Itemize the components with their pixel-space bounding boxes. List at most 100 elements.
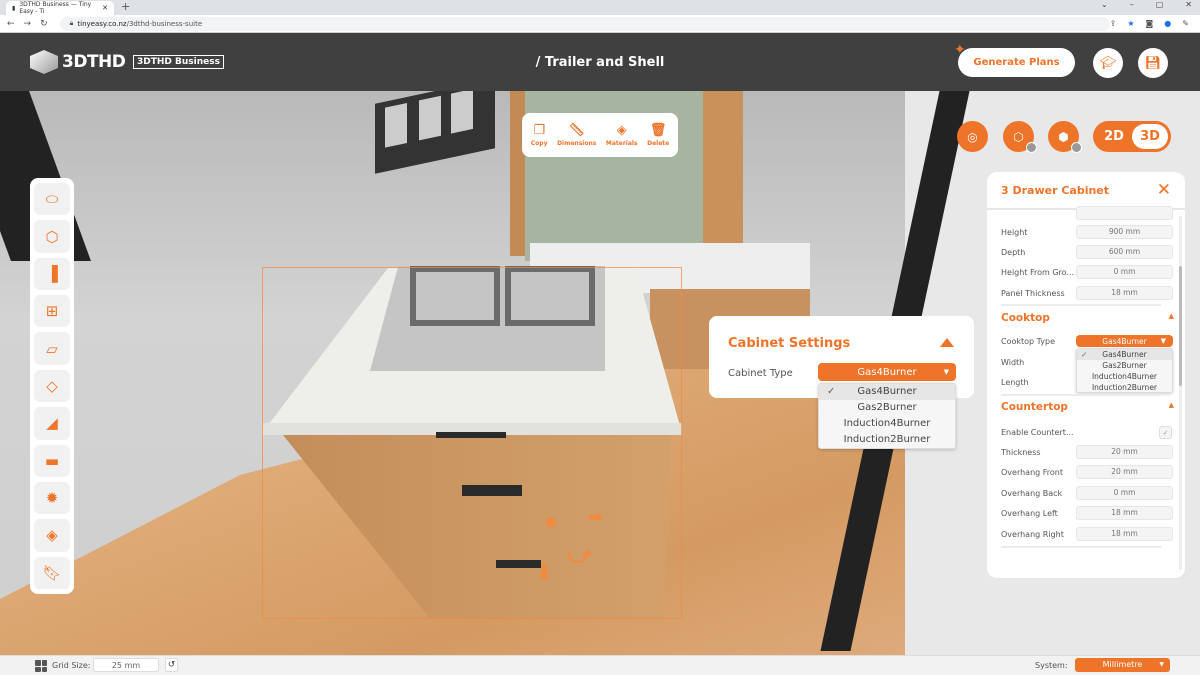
close-tab-icon[interactable]: ✕ [102,4,108,12]
browser-tab[interactable]: ▮ 3DTHD Business — Tiny Easy - Ti ✕ [6,1,114,15]
option-induction2burner[interactable]: Induction2Burner [819,432,955,448]
grid-size-input[interactable]: 25 mm [93,658,159,672]
prop-label: Length [1001,377,1029,387]
reload-icon[interactable]: ↻ [40,19,48,29]
prop-label: Thickness [1001,447,1041,457]
browser-extensions: ⇪ ★ ◙ ● ✎ ✱ ▯ ▮ ⋮ [1110,19,1200,28]
extension-icon[interactable]: ● [1164,19,1171,28]
tape-measure-button[interactable]: ◎ [957,121,988,152]
system-label: System: [1035,661,1068,670]
prop-row: Overhang Back 0 mm [1001,486,1174,500]
depth-field[interactable]: 600 mm [1076,245,1173,259]
cooktop-section-header[interactable]: Cooktop ▲ [1001,312,1174,324]
prop-label: Depth [1001,247,1026,257]
floppy-disk-icon: 💾︎ [1144,55,1162,71]
move-handle-icon[interactable]: ▪ [545,511,557,532]
sidebar-item-trailer[interactable]: ⬭ [34,183,70,216]
sidebar-item-paint[interactable]: ◈ [34,519,70,552]
panel-thickness-field[interactable]: 18 mm [1076,286,1173,300]
move-x-arrow-icon[interactable]: ➡ [588,507,603,528]
overhang-left-field[interactable]: 18 mm [1076,506,1173,520]
properties-scrollbar[interactable] [1179,216,1182,570]
toggle-3d[interactable]: 3D [1132,124,1168,149]
height-field[interactable]: 900 mm [1076,225,1173,239]
close-window-icon[interactable]: ✕ [1185,0,1192,9]
thickness-field[interactable]: 20 mm [1076,445,1173,459]
sidebar-item-shell[interactable]: ⬡ [34,220,70,253]
sidebar-item-doors[interactable]: ▐ [34,257,70,291]
countertop-section-header[interactable]: Countertop ▲ [1001,401,1174,413]
toggle-2d[interactable]: 2D [1096,129,1132,144]
move-z-arrow-icon[interactable]: ⬇ [535,561,553,586]
share-icon[interactable]: ⇪ [1110,19,1117,28]
chevron-down-icon: ▼ [1159,661,1164,668]
forward-icon[interactable]: → [24,19,32,29]
overhang-back-field[interactable]: 0 mm [1076,486,1173,500]
prop-label: Overhang Front [1001,467,1063,477]
floor-icon: ◇ [46,376,58,395]
rotate-handle-icon[interactable]: ⤻ [567,541,593,569]
url-field[interactable]: 🔒︎ tinyeasy.co.nz/3dthd-business-suite [59,16,1110,31]
height-from-ground-field[interactable]: 0 mm [1076,265,1173,279]
floor-view-button[interactable]: ⬡ [1003,121,1037,153]
sidebar-item-walls[interactable]: ▱ [34,332,70,365]
wall-view-button[interactable]: ⬢ [1048,121,1082,153]
generate-plans-button[interactable]: ✦ Generate Plans [954,42,1075,77]
close-icon[interactable]: ✕ [1157,180,1171,200]
option-gas4burner[interactable]: ✓ Gas4Burner [819,384,955,400]
sidebar-item-floor[interactable]: ◇ [34,369,70,403]
cooktop-type-select[interactable]: Gas4Burner ▼ [1076,335,1173,347]
prop-row: Overhang Front 20 mm [1001,465,1174,479]
sidebar-item-stairs[interactable]: ◢ [34,407,70,440]
view-sub-icon [1071,142,1082,153]
cabinet-type-select[interactable]: Gas4Burner ▼ [818,363,956,381]
divider [1001,546,1161,548]
sidebar-item-windows[interactable]: ⊞ [34,295,70,328]
overhang-right-field[interactable]: 18 mm [1076,527,1173,541]
new-tab-button[interactable]: + [121,0,130,13]
overhang-front-field[interactable]: 20 mm [1076,465,1173,479]
bookmark-icon: 🔖︎ [42,563,62,582]
pen-icon[interactable]: ✎ [1182,19,1189,28]
sidebar-item-lighting[interactable]: ✹ [34,481,70,515]
left-sidebar: ⬭ ⬡ ▐ ⊞ ▱ ◇ ◢ ▬ ✹ ◈ 🔖︎ [30,178,74,594]
collapse-icon: ▲ [1168,312,1174,320]
copy-button[interactable]: ❐ Copy [531,124,548,147]
window-controls: ⌄ – ▢ ✕ [1101,0,1192,9]
properties-panel: 3 Drawer Cabinet ✕ Height 900 mm Depth 600… [987,172,1185,578]
reset-grid-icon[interactable]: ↺ [165,658,178,672]
properties-title: 3 Drawer Cabinet [1001,183,1110,197]
maximize-icon[interactable]: ▢ [1156,0,1164,9]
bookmark-star-icon[interactable]: ★ [1127,19,1134,28]
sidebar-item-furniture[interactable]: ▬ [34,444,70,477]
materials-button[interactable]: ◈ Materials [606,124,638,147]
option-induction4burner[interactable]: Induction4Burner [1077,371,1172,382]
3d-viewport[interactable]: ▪ ➡ ⬇ ⤻ ❐ Copy 📏︎ Dimensions ◈ Materials 🗑︎… [0,91,1200,655]
unit-system-select[interactable]: Millimetre ▼ [1075,658,1170,672]
cooktop-type-options: ✓ Gas4Burner Gas2Burner Induction4Burner … [1076,348,1173,393]
prop-row: Cooktop Type Gas4Burner ▼ [1001,334,1174,348]
status-bar: Grid Size: 25 mm ↺ System: Millimetre ▼ [0,655,1200,675]
option-induction2burner[interactable]: Induction2Burner [1077,382,1172,393]
enable-countertop-checkbox[interactable]: ✓ [1159,425,1172,439]
option-gas2burner[interactable]: Gas2Burner [819,400,955,416]
sidebar-item-bookmarks[interactable]: 🔖︎ [34,556,70,589]
2d-3d-toggle[interactable]: 2D 3D [1093,121,1171,152]
back-icon[interactable]: ← [7,19,15,29]
save-button[interactable]: 💾︎ [1138,48,1168,78]
delete-button[interactable]: 🗑︎ Delete [647,124,669,147]
minimize-icon[interactable]: – [1130,0,1134,9]
grid-icon [35,660,47,672]
option-gas2burner[interactable]: Gas2Burner [1077,360,1172,371]
option-induction4burner[interactable]: Induction4Burner [819,416,955,432]
camera-icon[interactable]: ◙ [1146,19,1154,28]
cabinet-settings-title: Cabinet Settings [728,336,851,351]
dimensions-button[interactable]: 📏︎ Dimensions [557,124,596,147]
tab-search-icon[interactable]: ⌄ [1101,0,1108,9]
tutorial-button[interactable]: 🎓︎ [1093,48,1123,78]
width-field-partial[interactable] [1076,206,1173,220]
wall-panel-icon: ▱ [46,339,58,358]
delete-label: Delete [647,139,670,147]
option-gas4burner[interactable]: ✓ Gas4Burner [1077,349,1172,360]
collapse-icon[interactable] [940,338,954,347]
